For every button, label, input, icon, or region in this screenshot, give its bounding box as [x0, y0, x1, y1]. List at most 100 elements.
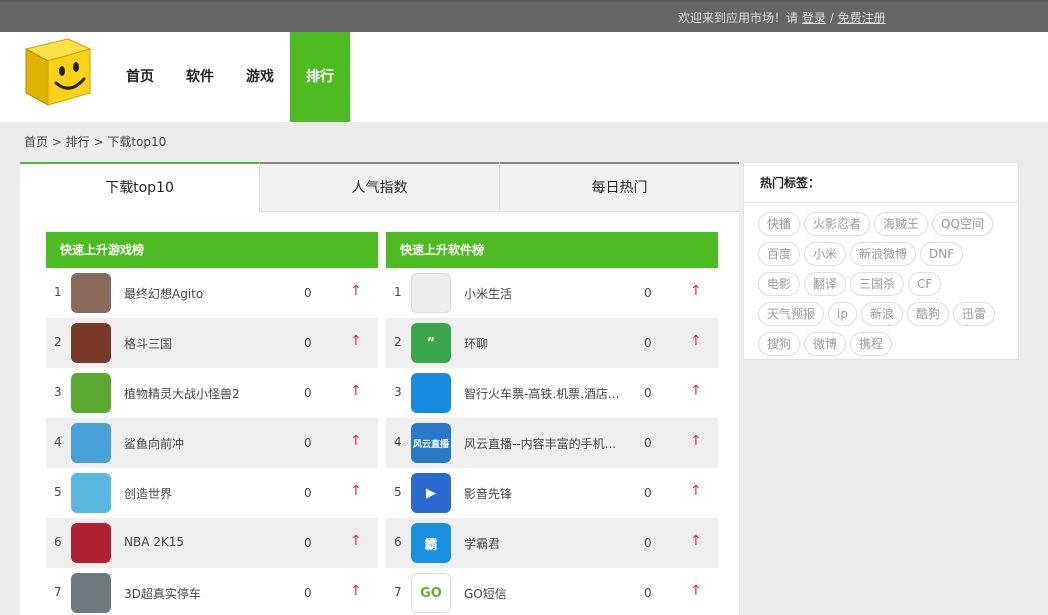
app-name[interactable]: 小米生活 [464, 285, 634, 302]
app-name[interactable]: 学霸君 [464, 535, 634, 552]
list-item[interactable]: 5 ▶ 影音先锋 0 ↑ [386, 468, 718, 518]
download-count: 0 [644, 386, 652, 400]
list-item[interactable]: 4 风云直播 风云直播--内容丰富的手机... 0 ↑ [386, 418, 718, 468]
app-name[interactable]: GO短信 [464, 585, 634, 602]
hot-tag[interactable]: 迅雷 [953, 302, 996, 326]
app-icon[interactable]: GO [411, 573, 451, 613]
games-list: 快速上升游戏榜 1 最终幻想Agito 0 ↑ 2 格斗三国 0 ↑ 3 植物精灵大战小怪兽2 0 ↑… [46, 232, 378, 615]
app-icon-label: 风云直播 [412, 439, 449, 450]
app-name[interactable]: 影音先锋 [464, 485, 634, 502]
app-name[interactable]: 环聊 [464, 335, 634, 352]
app-name[interactable]: 格斗三国 [124, 335, 294, 352]
rank-number: 2 [394, 335, 402, 349]
tab-download-top10[interactable]: 下载top10 [20, 162, 259, 212]
list-item[interactable]: 3 植物精灵大战小怪兽2 0 ↑ [46, 368, 378, 418]
download-count: 0 [304, 436, 312, 450]
hot-tag[interactable]: 天气预报 [758, 302, 825, 326]
hot-tag[interactable]: 火影忍者 [804, 212, 871, 236]
hot-tag[interactable]: 电影 [758, 272, 801, 296]
app-name[interactable]: 风云直播--内容丰富的手机... [464, 435, 634, 452]
welcome-message: 欢迎来到应用市场！请 登录 / 免费注册 [678, 9, 886, 26]
trend-up-icon: ↑ [690, 333, 702, 349]
hot-tag[interactable]: 新浪 [860, 302, 903, 326]
download-count: 0 [304, 536, 312, 550]
app-icon[interactable] [71, 423, 111, 463]
app-name[interactable]: NBA 2K15 [124, 535, 294, 549]
rank-number: 6 [394, 535, 402, 549]
app-icon[interactable] [71, 573, 111, 613]
app-icon[interactable]: ” [411, 323, 451, 363]
hot-tag[interactable]: 酷狗 [906, 302, 949, 326]
hot-tag[interactable]: 搜狗 [758, 332, 801, 356]
app-icon[interactable] [71, 273, 111, 313]
tab-daily-hot[interactable]: 每日热门 [499, 162, 739, 212]
hot-tag[interactable]: 携程 [850, 332, 893, 356]
hot-tag[interactable]: 翻译 [804, 272, 847, 296]
list-item[interactable]: 1 小米生活 0 ↑ [386, 268, 718, 318]
app-icon[interactable] [71, 473, 111, 513]
list-item[interactable]: 4 鲨鱼向前冲 0 ↑ [46, 418, 378, 468]
register-link[interactable]: 免费注册 [838, 11, 886, 25]
app-name[interactable]: 植物精灵大战小怪兽2 [124, 385, 294, 402]
hot-tag[interactable]: DNF [920, 242, 964, 266]
login-link[interactable]: 登录 [802, 11, 826, 25]
list-item[interactable]: 2 ” 环聊 0 ↑ [386, 318, 718, 368]
hot-tag[interactable]: 三国杀 [850, 272, 905, 296]
top-bar: 欢迎来到应用市场！请 登录 / 免费注册 [0, 0, 1048, 32]
trend-up-icon: ↑ [350, 483, 362, 499]
download-count: 0 [644, 336, 652, 350]
app-icon[interactable] [411, 273, 451, 313]
trend-up-icon: ↑ [350, 433, 362, 449]
list-item[interactable]: 7 3D超真实停车 0 ↑ [46, 568, 378, 615]
hot-tag[interactable]: 海贼王 [874, 212, 929, 236]
nav-ranking[interactable]: 排行 [290, 32, 350, 122]
hot-tag[interactable]: ip [828, 302, 857, 326]
tab-popularity[interactable]: 人气指数 [259, 162, 499, 212]
app-name[interactable]: 鲨鱼向前冲 [124, 435, 294, 452]
hot-tag[interactable]: QQ空间 [932, 212, 993, 236]
hot-tags-title: 热门标签： [744, 163, 1018, 203]
app-name[interactable]: 最终幻想Agito [124, 285, 294, 302]
ranking-tabs: 下载top10 人气指数 每日热门 [20, 162, 739, 212]
logo-icon[interactable] [20, 35, 92, 107]
list-item[interactable]: 2 格斗三国 0 ↑ [46, 318, 378, 368]
trend-up-icon: ↑ [350, 283, 362, 299]
trend-up-icon: ↑ [690, 533, 702, 549]
list-item[interactable]: 6 NBA 2K15 0 ↑ [46, 518, 378, 568]
download-count: 0 [644, 586, 652, 600]
rank-number: 1 [54, 285, 62, 299]
rank-number: 2 [54, 335, 62, 349]
hot-tag[interactable]: 微博 [804, 332, 847, 356]
app-icon[interactable] [411, 373, 451, 413]
list-item[interactable]: 5 创造世界 0 ↑ [46, 468, 378, 518]
app-icon[interactable]: 霸 [411, 523, 451, 563]
app-icon[interactable] [71, 373, 111, 413]
app-name[interactable]: 智行火车票-高铁.机票.酒店... [464, 385, 634, 402]
app-icon[interactable]: ▶ [411, 473, 451, 513]
trend-up-icon: ↑ [350, 583, 362, 599]
nav-software[interactable]: 软件 [170, 32, 230, 122]
trend-up-icon: ↑ [690, 383, 702, 399]
hot-tag[interactable]: CF [908, 272, 942, 296]
rank-number: 4 [394, 435, 402, 449]
list-item[interactable]: 1 最终幻想Agito 0 ↑ [46, 268, 378, 318]
app-icon[interactable]: 风云直播 [411, 423, 451, 463]
hot-tag[interactable]: 快播 [758, 212, 801, 236]
app-icon[interactable] [71, 523, 111, 563]
hot-tag[interactable]: 新浪微博 [850, 242, 917, 266]
app-name[interactable]: 创造世界 [124, 485, 294, 502]
games-list-title: 快速上升游戏榜 [46, 232, 378, 268]
rank-number: 3 [394, 385, 402, 399]
nav-home[interactable]: 首页 [110, 32, 170, 122]
trend-up-icon: ↑ [690, 483, 702, 499]
app-icon[interactable] [71, 323, 111, 363]
trend-up-icon: ↑ [350, 533, 362, 549]
list-item[interactable]: 7 GO GO短信 0 ↑ [386, 568, 718, 615]
hot-tag[interactable]: 百度 [758, 242, 801, 266]
rank-number: 4 [54, 435, 62, 449]
nav-games[interactable]: 游戏 [230, 32, 290, 122]
app-name[interactable]: 3D超真实停车 [124, 585, 294, 602]
hot-tag[interactable]: 小米 [804, 242, 847, 266]
list-item[interactable]: 6 霸 学霸君 0 ↑ [386, 518, 718, 568]
list-item[interactable]: 3 智行火车票-高铁.机票.酒店... 0 ↑ [386, 368, 718, 418]
